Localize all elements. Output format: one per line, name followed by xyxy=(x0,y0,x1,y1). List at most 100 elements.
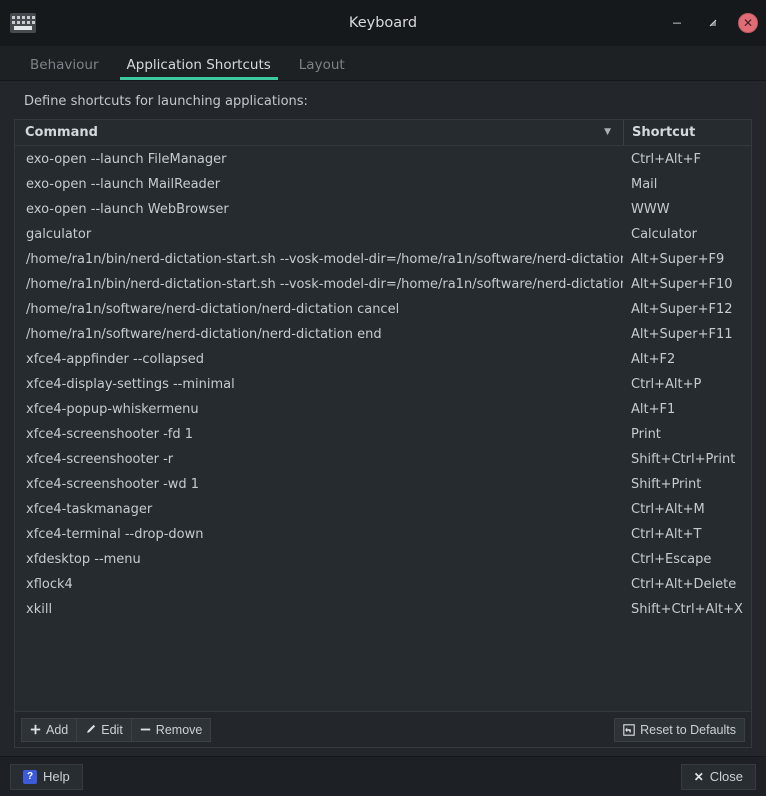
tab-behaviour[interactable]: Behaviour xyxy=(16,58,113,81)
table-row[interactable]: exo-open --launch MailReader Mail xyxy=(15,172,751,197)
cell-command: xfce4-popup-whiskermenu xyxy=(26,402,199,417)
minus-icon xyxy=(140,724,151,735)
column-header-shortcut-label: Shortcut xyxy=(632,125,696,140)
undo-icon xyxy=(623,723,635,736)
cell-command: xfce4-terminal --drop-down xyxy=(26,527,204,542)
help-button[interactable]: ? Help xyxy=(10,763,83,790)
table-row[interactable]: /home/ra1n/bin/nerd-dictation-start.sh -… xyxy=(15,247,751,272)
cell-command: /home/ra1n/software/nerd-dictation/nerd-… xyxy=(26,302,400,317)
edit-button[interactable]: Edit xyxy=(76,717,132,742)
cell-command: xfdesktop --menu xyxy=(26,552,141,567)
add-button-label: Add xyxy=(46,722,69,737)
cell-command: exo-open --launch WebBrowser xyxy=(26,202,229,217)
cell-command: xfce4-display-settings --minimal xyxy=(26,377,235,392)
table-header: Command ▼ Shortcut xyxy=(15,120,751,146)
shortcuts-table-body[interactable]: exo-open --launch FileManager Ctrl+Alt+F e… xyxy=(15,146,751,711)
cell-shortcut: Ctrl+Alt+M xyxy=(631,502,705,517)
toolbar-edit-group: Add Edit Remove xyxy=(21,717,212,742)
cell-command: xfce4-screenshooter -r xyxy=(26,452,174,467)
table-row[interactable]: xfce4-screenshooter -fd 1 Print xyxy=(15,422,751,447)
reset-to-defaults-button[interactable]: Reset to Defaults xyxy=(614,717,745,742)
cell-command: /home/ra1n/software/nerd-dictation/nerd-… xyxy=(26,327,382,342)
window-title: Keyboard xyxy=(348,15,418,31)
column-header-command[interactable]: Command ▼ xyxy=(15,120,623,145)
description-label: Define shortcuts for launching applicati… xyxy=(24,94,308,109)
tab-application-shortcuts[interactable]: Application Shortcuts xyxy=(113,58,285,81)
shortcuts-toolbar: Add Edit Remove Reset to Defaults xyxy=(15,711,751,747)
edit-button-label: Edit xyxy=(101,722,123,737)
cell-shortcut: Alt+Super+F9 xyxy=(631,252,725,267)
cell-command: exo-open --launch FileManager xyxy=(26,152,227,167)
cell-shortcut: Mail xyxy=(631,177,658,192)
cell-command: exo-open --launch MailReader xyxy=(26,177,221,192)
plus-icon xyxy=(30,724,41,735)
column-header-command-label: Command xyxy=(25,125,98,140)
cell-command: xfce4-screenshooter -wd 1 xyxy=(26,477,200,492)
remove-button[interactable]: Remove xyxy=(130,717,212,742)
cell-shortcut: Shift+Print xyxy=(631,477,702,492)
cell-shortcut: Alt+F1 xyxy=(631,402,676,417)
close-icon[interactable]: ✕ xyxy=(738,13,758,33)
cell-shortcut: Ctrl+Alt+T xyxy=(631,527,702,542)
table-row[interactable]: xkill Shift+Ctrl+Alt+X xyxy=(15,597,751,622)
cell-shortcut: Shift+Ctrl+Alt+X xyxy=(631,602,743,617)
title-bar[interactable]: Keyboard ✕ xyxy=(0,0,766,46)
keyboard-settings-window: Keyboard ✕ Behaviour Application Shortcu… xyxy=(0,0,766,796)
cell-command: xfce4-taskmanager xyxy=(26,502,153,517)
close-button[interactable]: ✕ Close xyxy=(680,763,756,790)
cell-shortcut: Alt+F2 xyxy=(631,352,676,367)
cell-command: /home/ra1n/bin/nerd-dictation-start.sh -… xyxy=(26,252,623,267)
table-row[interactable]: galculator Calculator xyxy=(15,222,751,247)
cell-shortcut: Alt+Super+F10 xyxy=(631,277,733,292)
dialog-footer: ? Help ✕ Close xyxy=(0,756,766,796)
cell-shortcut: Alt+Super+F11 xyxy=(631,327,733,342)
close-button-label: Close xyxy=(709,769,743,784)
table-row[interactable]: xfce4-appfinder --collapsed Alt+F2 xyxy=(15,347,751,372)
cell-shortcut: WWW xyxy=(631,202,670,217)
table-row[interactable]: xflock4 Ctrl+Alt+Delete xyxy=(15,572,751,597)
cell-command: xfce4-screenshooter -fd 1 xyxy=(26,427,194,442)
minimize-icon[interactable] xyxy=(666,12,688,34)
table-row[interactable]: xfdesktop --menu Ctrl+Escape xyxy=(15,547,751,572)
help-button-label: Help xyxy=(43,769,70,784)
table-row[interactable]: /home/ra1n/bin/nerd-dictation-start.sh -… xyxy=(15,272,751,297)
remove-button-label: Remove xyxy=(155,722,203,737)
table-row[interactable]: exo-open --launch FileManager Ctrl+Alt+F xyxy=(15,147,751,172)
cell-command: /home/ra1n/bin/nerd-dictation-start.sh -… xyxy=(26,277,623,292)
tab-bar: Behaviour Application Shortcuts Layout xyxy=(0,46,766,81)
add-button[interactable]: Add xyxy=(21,717,78,742)
table-row[interactable]: exo-open --launch WebBrowser WWW xyxy=(15,197,751,222)
keyboard-icon xyxy=(10,13,36,33)
cell-shortcut: Calculator xyxy=(631,227,698,242)
cell-shortcut: Print xyxy=(631,427,661,442)
table-row[interactable]: xfce4-popup-whiskermenu Alt+F1 xyxy=(15,397,751,422)
sort-descending-icon[interactable]: ▼ xyxy=(604,128,611,137)
cell-shortcut: Ctrl+Alt+P xyxy=(631,377,702,392)
shortcuts-panel: Command ▼ Shortcut exo-open --launch Fil… xyxy=(14,119,752,748)
cell-shortcut: Ctrl+Alt+F xyxy=(631,152,701,167)
cell-shortcut: Ctrl+Alt+Delete xyxy=(631,577,737,592)
column-header-shortcut[interactable]: Shortcut xyxy=(623,120,751,145)
table-row[interactable]: /home/ra1n/software/nerd-dictation/nerd-… xyxy=(15,322,751,347)
reset-to-defaults-label: Reset to Defaults xyxy=(640,722,736,737)
tab-layout[interactable]: Layout xyxy=(285,58,359,81)
cell-command: xfce4-appfinder --collapsed xyxy=(26,352,204,367)
window-controls: ✕ xyxy=(666,12,758,34)
cell-shortcut: Ctrl+Escape xyxy=(631,552,712,567)
restore-icon[interactable] xyxy=(702,12,724,34)
cell-command: xflock4 xyxy=(26,577,73,592)
x-icon: ✕ xyxy=(693,769,704,784)
table-row[interactable]: xfce4-terminal --drop-down Ctrl+Alt+T xyxy=(15,522,751,547)
tab-content-application-shortcuts: Define shortcuts for launching applicati… xyxy=(0,81,766,756)
table-row[interactable]: xfce4-display-settings --minimal Ctrl+Alt… xyxy=(15,372,751,397)
table-row[interactable]: xfce4-screenshooter -wd 1 Shift+Print xyxy=(15,472,751,497)
pencil-icon xyxy=(85,724,96,735)
question-icon: ? xyxy=(23,769,37,784)
table-row[interactable]: /home/ra1n/software/nerd-dictation/nerd-… xyxy=(15,297,751,322)
table-row[interactable]: xfce4-screenshooter -r Shift+Ctrl+Print xyxy=(15,447,751,472)
table-row[interactable]: xfce4-taskmanager Ctrl+Alt+M xyxy=(15,497,751,522)
cell-shortcut: Shift+Ctrl+Print xyxy=(631,452,736,467)
cell-command: galculator xyxy=(26,227,92,242)
cell-shortcut: Alt+Super+F12 xyxy=(631,302,733,317)
cell-command: xkill xyxy=(26,602,53,617)
